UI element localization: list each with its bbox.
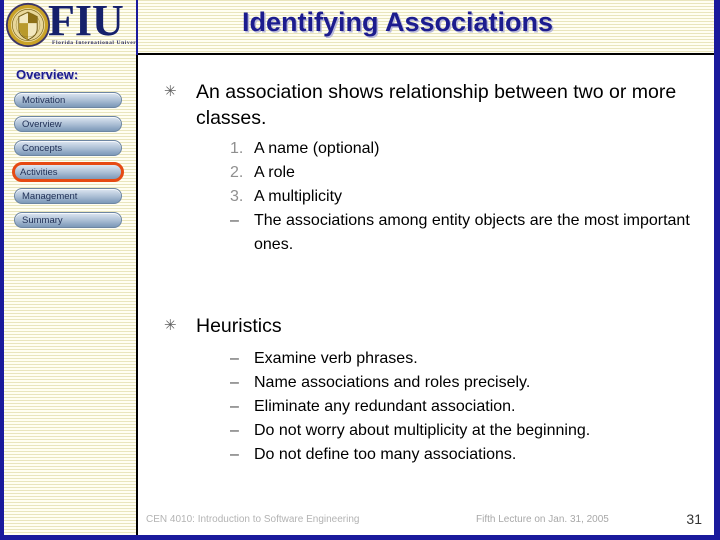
list-item: – Examine verb phrases.	[230, 347, 714, 371]
bullet-association: ✳ An association shows relationship betw…	[164, 79, 706, 131]
sidebar-navigation: Overview: Motivation Overview Concepts A…	[4, 55, 138, 535]
fiu-seal-icon	[5, 2, 51, 48]
sidebar-item-overview[interactable]: Overview	[14, 116, 122, 132]
list-item: – Do not define too many associations.	[230, 443, 714, 467]
list-item: – Name associations and roles precisely.	[230, 371, 714, 395]
bullet-text: Heuristics	[196, 315, 282, 337]
list-item-text: Do not worry about multiplicity at the b…	[254, 422, 591, 439]
sidebar-item-motivation[interactable]: Motivation	[14, 92, 122, 108]
title-band: Identifying Associations	[138, 0, 714, 55]
heuristics-list: – Examine verb phrases. – Name associati…	[230, 347, 714, 467]
dash-bullet-icon: –	[230, 446, 239, 463]
heuristics-section: ✳ Heuristics – Examine verb phrases. – N…	[138, 313, 714, 467]
list-item-text: Eliminate any redundant association.	[254, 398, 516, 415]
slide-header: FIU Florida International University Ide…	[4, 0, 714, 58]
right-border-rule	[714, 0, 720, 540]
list-item-text: Name associations and roles precisely.	[254, 374, 531, 391]
dash-bullet-icon: –	[230, 422, 239, 439]
bottom-border-rule	[0, 535, 720, 540]
dash-bullet-icon: –	[230, 398, 239, 415]
list-marker: 3.	[230, 188, 244, 205]
sidebar-item-label: Activities	[20, 167, 58, 178]
sidebar-item-label: Summary	[22, 215, 63, 226]
list-item: – Do not worry about multiplicity at the…	[230, 419, 714, 443]
sidebar-item-label: Motivation	[22, 95, 66, 106]
fiu-logo: FIU Florida International University	[4, 0, 138, 55]
list-item-text: The associations among entity objects ar…	[254, 212, 690, 253]
list-item: – The associations among entity objects …	[230, 209, 704, 257]
footer-course-label: CEN 4010: Introduction to Software Engin…	[146, 514, 360, 525]
asterisk-bullet-icon: ✳	[164, 317, 177, 334]
list-item-text: A name (optional)	[254, 140, 380, 157]
fiu-wordmark: FIU	[48, 0, 124, 45]
list-item-text: Do not define too many associations.	[254, 446, 517, 463]
page-title: Identifying Associations	[242, 7, 554, 37]
sidebar-item-label: Management	[22, 191, 78, 202]
sidebar-item-activities[interactable]: Activities	[12, 162, 124, 182]
list-item-text: Examine verb phrases.	[254, 350, 418, 367]
sidebar-item-concepts[interactable]: Concepts	[14, 140, 122, 156]
asterisk-bullet-icon: ✳	[164, 83, 177, 100]
sidebar-heading: Overview:	[16, 67, 79, 82]
list-marker: 1.	[230, 140, 244, 157]
list-item-text: A role	[254, 164, 295, 181]
list-item: 1. A name (optional)	[230, 137, 714, 161]
slide-canvas: FIU Florida International University Ide…	[0, 0, 720, 540]
numbered-list: 1. A name (optional) 2. A role 3. A mult…	[230, 137, 714, 209]
list-item: 2. A role	[230, 161, 714, 185]
sidebar-item-summary[interactable]: Summary	[14, 212, 122, 228]
sidebar-item-label: Overview	[22, 119, 62, 130]
list-item: – Eliminate any redundant association.	[230, 395, 714, 419]
page-number: 31	[686, 511, 702, 527]
dash-bullet-icon: –	[230, 374, 239, 391]
list-item: 3. A multiplicity	[230, 185, 714, 209]
dash-bullet-icon: –	[230, 212, 239, 229]
sidebar-item-label: Concepts	[22, 143, 63, 154]
list-marker: 2.	[230, 164, 244, 181]
fiu-subtitle: Florida International University	[52, 40, 138, 46]
slide-content: ✳ An association shows relationship betw…	[138, 57, 714, 507]
bullet-text: An association shows relationship betwee…	[196, 81, 677, 129]
dash-bullet-icon: –	[230, 350, 239, 367]
sidebar-item-management[interactable]: Management	[14, 188, 122, 204]
list-item-text: A multiplicity	[254, 188, 343, 205]
numbered-note: – The associations among entity objects …	[230, 209, 704, 257]
bullet-heuristics: ✳ Heuristics	[164, 313, 706, 339]
slide-footer: CEN 4010: Introduction to Software Engin…	[138, 511, 714, 533]
footer-lecture-label: Fifth Lecture on Jan. 31, 2005	[476, 514, 609, 525]
sidebar-item-list: Motivation Overview Concepts Activities …	[12, 92, 126, 236]
